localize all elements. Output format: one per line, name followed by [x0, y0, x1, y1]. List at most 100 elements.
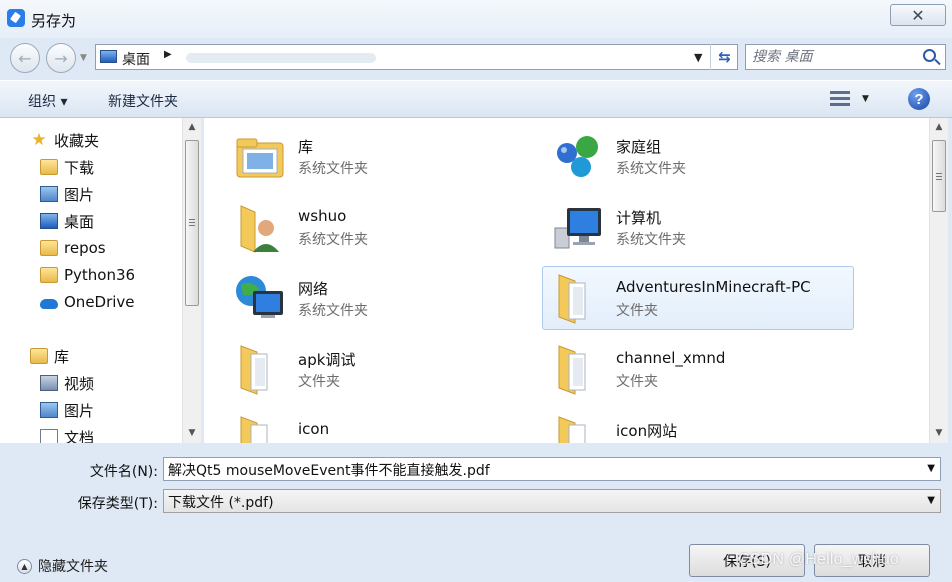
onedrive-icon: [40, 298, 58, 309]
documents-icon: [40, 429, 58, 443]
file-name: icon网站: [616, 422, 678, 440]
videos-icon: [40, 375, 58, 391]
sidebar-item-python36[interactable]: Python36: [40, 264, 135, 286]
file-item-library[interactable]: 库 系统文件夹: [224, 124, 536, 188]
network-icon: [236, 276, 283, 318]
folder-icon: [40, 267, 58, 283]
file-item-computer[interactable]: 计算机 系统文件夹: [542, 195, 854, 259]
file-name: 库: [298, 138, 314, 156]
filetype-value[interactable]: 下载文件 (*.pdf): [168, 492, 274, 512]
close-button[interactable]: ✕: [890, 4, 946, 26]
file-type: 系统文件夹: [616, 232, 686, 248]
filetype-label: 保存类型(T):: [77, 496, 158, 512]
help-icon[interactable]: ?: [908, 88, 930, 110]
sidebar-item-label: repos: [64, 239, 106, 257]
file-item-wshuo[interactable]: wshuo 系统文件夹: [224, 195, 536, 259]
hide-folders-label: 隐藏文件夹: [38, 559, 108, 575]
title-bar: 另存为 ✕: [0, 0, 952, 38]
file-name: AdventuresInMinecraft-PC: [616, 278, 811, 296]
file-type: 系统文件夹: [298, 161, 368, 177]
chevron-down-icon[interactable]: ▼: [927, 463, 935, 474]
arrow-left-icon: ←: [18, 48, 32, 68]
pictures-icon: [40, 402, 58, 418]
breadcrumb-arrow-icon[interactable]: ▶: [164, 49, 172, 60]
file-name: 计算机: [616, 209, 662, 227]
file-type: 系统文件夹: [298, 232, 368, 248]
filetype-select[interactable]: 下载文件 (*.pdf) ▼: [163, 489, 941, 513]
command-toolbar: 组织 ▾ 新建文件夹 ▼ ?: [0, 80, 952, 118]
computer-icon: [554, 208, 601, 249]
sidebar-item-videos[interactable]: 视频: [40, 372, 94, 394]
filename-value[interactable]: 解决Qt5 mouseMoveEvent事件不能直接触发.pdf: [168, 460, 490, 480]
scroll-thumb[interactable]: [932, 140, 946, 212]
search-input[interactable]: [752, 48, 912, 66]
scroll-down-arrow-icon[interactable]: ▼: [183, 424, 201, 442]
scroll-up-arrow-icon[interactable]: ▲: [930, 118, 948, 136]
sidebar-item-desktop[interactable]: 桌面: [40, 210, 94, 232]
desktop-icon: [40, 213, 58, 229]
file-item-icon-website[interactable]: icon网站: [542, 408, 854, 443]
hide-folders-toggle[interactable]: ▲ 隐藏文件夹: [17, 556, 108, 576]
folder-icon: [558, 274, 586, 324]
search-icon[interactable]: [923, 49, 936, 62]
navigation-scrollbar[interactable]: ▲ ▼: [182, 118, 201, 443]
file-name: 网络: [298, 280, 329, 298]
view-dropdown-icon[interactable]: ▼: [862, 94, 869, 104]
sidebar-item-label: OneDrive: [64, 293, 135, 311]
star-icon: ★: [31, 130, 47, 150]
organize-menu[interactable]: 组织 ▾: [28, 91, 67, 111]
file-item-adventuresinminecraft[interactable]: AdventuresInMinecraft-PC 文件夹: [542, 266, 854, 330]
file-type: 文件夹: [298, 374, 340, 390]
homegroup-icon: [557, 136, 598, 177]
file-name: channel_xmnd: [616, 349, 726, 367]
sidebar-favorites[interactable]: ★ 收藏夹: [30, 129, 99, 151]
search-box[interactable]: [745, 44, 946, 70]
sidebar-libraries[interactable]: 库: [30, 345, 69, 367]
sidebar-item-onedrive[interactable]: OneDrive: [40, 291, 135, 313]
file-type: 系统文件夹: [298, 303, 368, 319]
file-item-icon[interactable]: icon: [224, 408, 536, 443]
app-edit-icon: [7, 9, 25, 27]
folder-icon: [40, 240, 58, 256]
watermark: CSDN @Hello_wshuo: [738, 551, 900, 568]
forward-button[interactable]: →: [46, 43, 76, 73]
file-type: 文件夹: [616, 303, 658, 319]
file-type: 文件夹: [616, 374, 658, 390]
sidebar-item-documents[interactable]: 文档: [40, 426, 94, 443]
scroll-down-arrow-icon[interactable]: ▼: [930, 424, 948, 442]
scroll-up-arrow-icon[interactable]: ▲: [183, 118, 201, 136]
desktop-icon: [100, 50, 117, 63]
sidebar-libraries-label: 库: [54, 347, 70, 366]
sidebar-item-label: 图片: [64, 401, 95, 420]
file-item-homegroup[interactable]: 家庭组 系统文件夹: [542, 124, 854, 188]
refresh-icon: ⇆: [718, 48, 731, 66]
navigation-pane: ★ 收藏夹 下载 图片 桌面 repos Python36 OneDrive 库…: [0, 118, 201, 443]
sidebar-item-repos[interactable]: repos: [40, 237, 106, 259]
address-bar[interactable]: 桌面 ▶ ▼ ⇆: [95, 44, 738, 70]
view-options-icon[interactable]: [830, 90, 850, 108]
file-item-channel-xmnd[interactable]: channel_xmnd 文件夹: [542, 337, 854, 401]
sidebar-item-lib-pictures[interactable]: 图片: [40, 399, 94, 421]
refresh-button[interactable]: ⇆: [710, 44, 738, 70]
sidebar-item-downloads[interactable]: 下载: [40, 156, 94, 178]
file-item-apk[interactable]: apk调试 文件夹: [224, 337, 536, 401]
recent-locations-dropdown[interactable]: ▼: [80, 53, 87, 63]
folder-icon: [558, 345, 586, 395]
close-icon: ✕: [911, 5, 925, 25]
sidebar-item-pictures[interactable]: 图片: [40, 183, 94, 205]
scroll-thumb[interactable]: [185, 140, 199, 306]
new-folder-button[interactable]: 新建文件夹: [108, 91, 178, 111]
sidebar-favorites-label: 收藏夹: [54, 131, 100, 150]
chevron-down-icon[interactable]: ▼: [927, 495, 935, 506]
file-item-network[interactable]: 网络 系统文件夹: [224, 266, 536, 330]
address-dropdown-icon[interactable]: ▼: [694, 51, 702, 64]
address-location[interactable]: 桌面: [122, 49, 150, 69]
library-icon: [236, 138, 284, 178]
folder-icon: [558, 416, 586, 443]
blurred-path: [186, 53, 376, 63]
file-list-scrollbar[interactable]: ▲ ▼: [929, 118, 948, 443]
sidebar-item-label: 文档: [64, 428, 95, 444]
filename-label: 文件名(N):: [89, 464, 158, 480]
back-button[interactable]: ←: [10, 43, 40, 73]
filename-input[interactable]: 解决Qt5 mouseMoveEvent事件不能直接触发.pdf ▼: [163, 457, 941, 481]
